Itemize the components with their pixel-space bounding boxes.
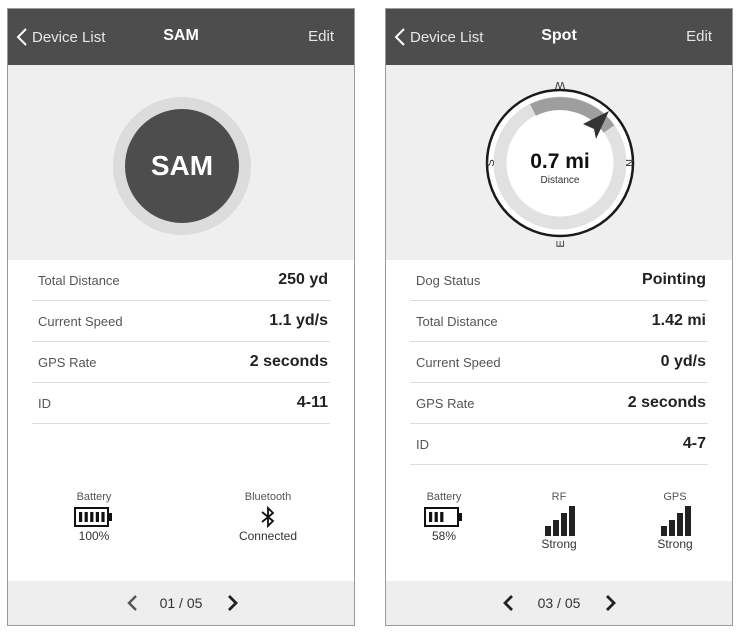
distance-value: 0.7 mi — [530, 150, 590, 173]
bluetooth-icon — [261, 506, 275, 528]
compass-label-east: E — [555, 240, 567, 247]
stat-value: 250 yd — [278, 271, 328, 288]
stat-value: 4-7 — [682, 435, 706, 452]
stat-label: Total Distance — [416, 313, 498, 329]
nav-bar: Device List Spot Edit — [386, 9, 732, 65]
stat-label: Total Distance — [38, 272, 120, 288]
bluetooth-value: Connected — [238, 529, 298, 543]
battery-cell — [434, 512, 438, 522]
battery-cell — [90, 512, 94, 522]
signal-strength-icon — [661, 506, 691, 536]
stat-value: 1.42 mi — [651, 312, 706, 329]
rf-title: RF — [551, 491, 567, 503]
battery-cell — [101, 512, 105, 522]
back-to-device-list-button[interactable]: Device List — [394, 26, 483, 48]
battery-cell — [84, 512, 88, 522]
distance-label: Distance — [541, 175, 580, 186]
stat-value: 2 seconds — [627, 394, 706, 411]
gps-status: GPS Strong — [625, 491, 725, 551]
stat-row-current-speed: Current Speed 0 yd/s — [410, 342, 708, 383]
avatar: SAM — [125, 109, 239, 223]
battery-value: 100% — [78, 529, 110, 543]
gps-value: Strong — [657, 537, 693, 551]
chevron-left-icon — [16, 28, 27, 46]
device-pager: 01 / 05 — [8, 581, 354, 625]
stat-label: ID — [416, 436, 429, 452]
stat-row-id: ID 4-7 — [410, 424, 708, 465]
compass-dial: W N S E 0.7 mi Distance — [485, 79, 635, 248]
device-avatar-area: SAM — [8, 65, 354, 260]
edit-button[interactable]: Edit — [686, 28, 712, 45]
back-label: Device List — [410, 28, 484, 46]
bluetooth-status: Bluetooth Connected — [218, 491, 318, 543]
battery-icon — [424, 507, 462, 527]
previous-device-arrow-icon[interactable] — [125, 593, 139, 613]
rf-value: Strong — [541, 537, 577, 551]
battery-status: Battery 58% — [394, 491, 494, 543]
rf-status: RF Strong — [509, 491, 609, 551]
page-indicator: 03 / 05 — [537, 595, 581, 611]
stat-label: Dog Status — [416, 272, 481, 288]
stat-value: Pointing — [642, 271, 706, 288]
back-to-device-list-button[interactable]: Device List — [16, 26, 105, 48]
stat-value: 0 yd/s — [660, 353, 706, 370]
stat-value: 4-11 — [296, 394, 328, 411]
avatar-ring: SAM — [113, 97, 251, 235]
stat-value: 2 seconds — [249, 353, 328, 370]
stat-row-id: ID 4-11 — [32, 383, 330, 424]
device-stats-list: Dog Status Pointing Total Distance 1.42 … — [386, 260, 732, 465]
stat-row-total-distance: Total Distance 1.42 mi — [410, 301, 708, 342]
compass-label-west: W — [554, 79, 565, 91]
stat-row-dog-status: Dog Status Pointing — [410, 260, 708, 301]
stat-row-total-distance: Total Distance 250 yd — [32, 260, 330, 301]
stat-label: Current Speed — [38, 313, 123, 329]
next-device-arrow-icon[interactable] — [226, 593, 240, 613]
stat-label: ID — [38, 395, 51, 411]
compass-label-south: S — [485, 159, 497, 166]
compass-label-north: N — [623, 159, 635, 167]
signal-strength-icon — [545, 506, 575, 536]
battery-icon — [74, 507, 112, 527]
gps-title: GPS — [663, 491, 687, 503]
chevron-left-icon — [394, 28, 405, 46]
battery-status: Battery 100% — [44, 491, 144, 543]
stat-row-current-speed: Current Speed 1.1 yd/s — [32, 301, 330, 342]
back-label: Device List — [32, 28, 106, 46]
stat-label: Current Speed — [416, 354, 501, 370]
bluetooth-title: Bluetooth — [244, 491, 292, 503]
battery-cell — [95, 512, 99, 522]
compass-area: W N S E 0.7 mi Distance — [386, 65, 732, 260]
battery-title: Battery — [426, 491, 462, 503]
stat-label: GPS Rate — [38, 354, 97, 370]
edit-button[interactable]: Edit — [308, 28, 334, 45]
stat-value: 1.1 yd/s — [269, 312, 328, 329]
previous-device-arrow-icon[interactable] — [501, 593, 515, 613]
device-detail-screen-spot: Device List Spot Edit W N S E 0.7 mi Dis… — [385, 8, 733, 626]
next-device-arrow-icon[interactable] — [604, 593, 618, 613]
device-stats-list: Total Distance 250 yd Current Speed 1.1 … — [8, 260, 354, 424]
stat-label: GPS Rate — [416, 395, 475, 411]
nav-bar: Device List SAM Edit — [8, 9, 354, 65]
battery-cell — [79, 512, 83, 522]
battery-value: 58% — [431, 529, 457, 543]
battery-cell — [429, 512, 433, 522]
device-pager: 03 / 05 — [386, 581, 732, 625]
page-indicator: 01 / 05 — [159, 595, 203, 611]
stat-row-gps-rate: GPS Rate 2 seconds — [410, 383, 708, 424]
battery-title: Battery — [76, 491, 112, 503]
battery-cell — [440, 512, 444, 522]
device-detail-screen-sam: Device List SAM Edit SAM Total Distance … — [7, 8, 355, 626]
stat-row-gps-rate: GPS Rate 2 seconds — [32, 342, 330, 383]
